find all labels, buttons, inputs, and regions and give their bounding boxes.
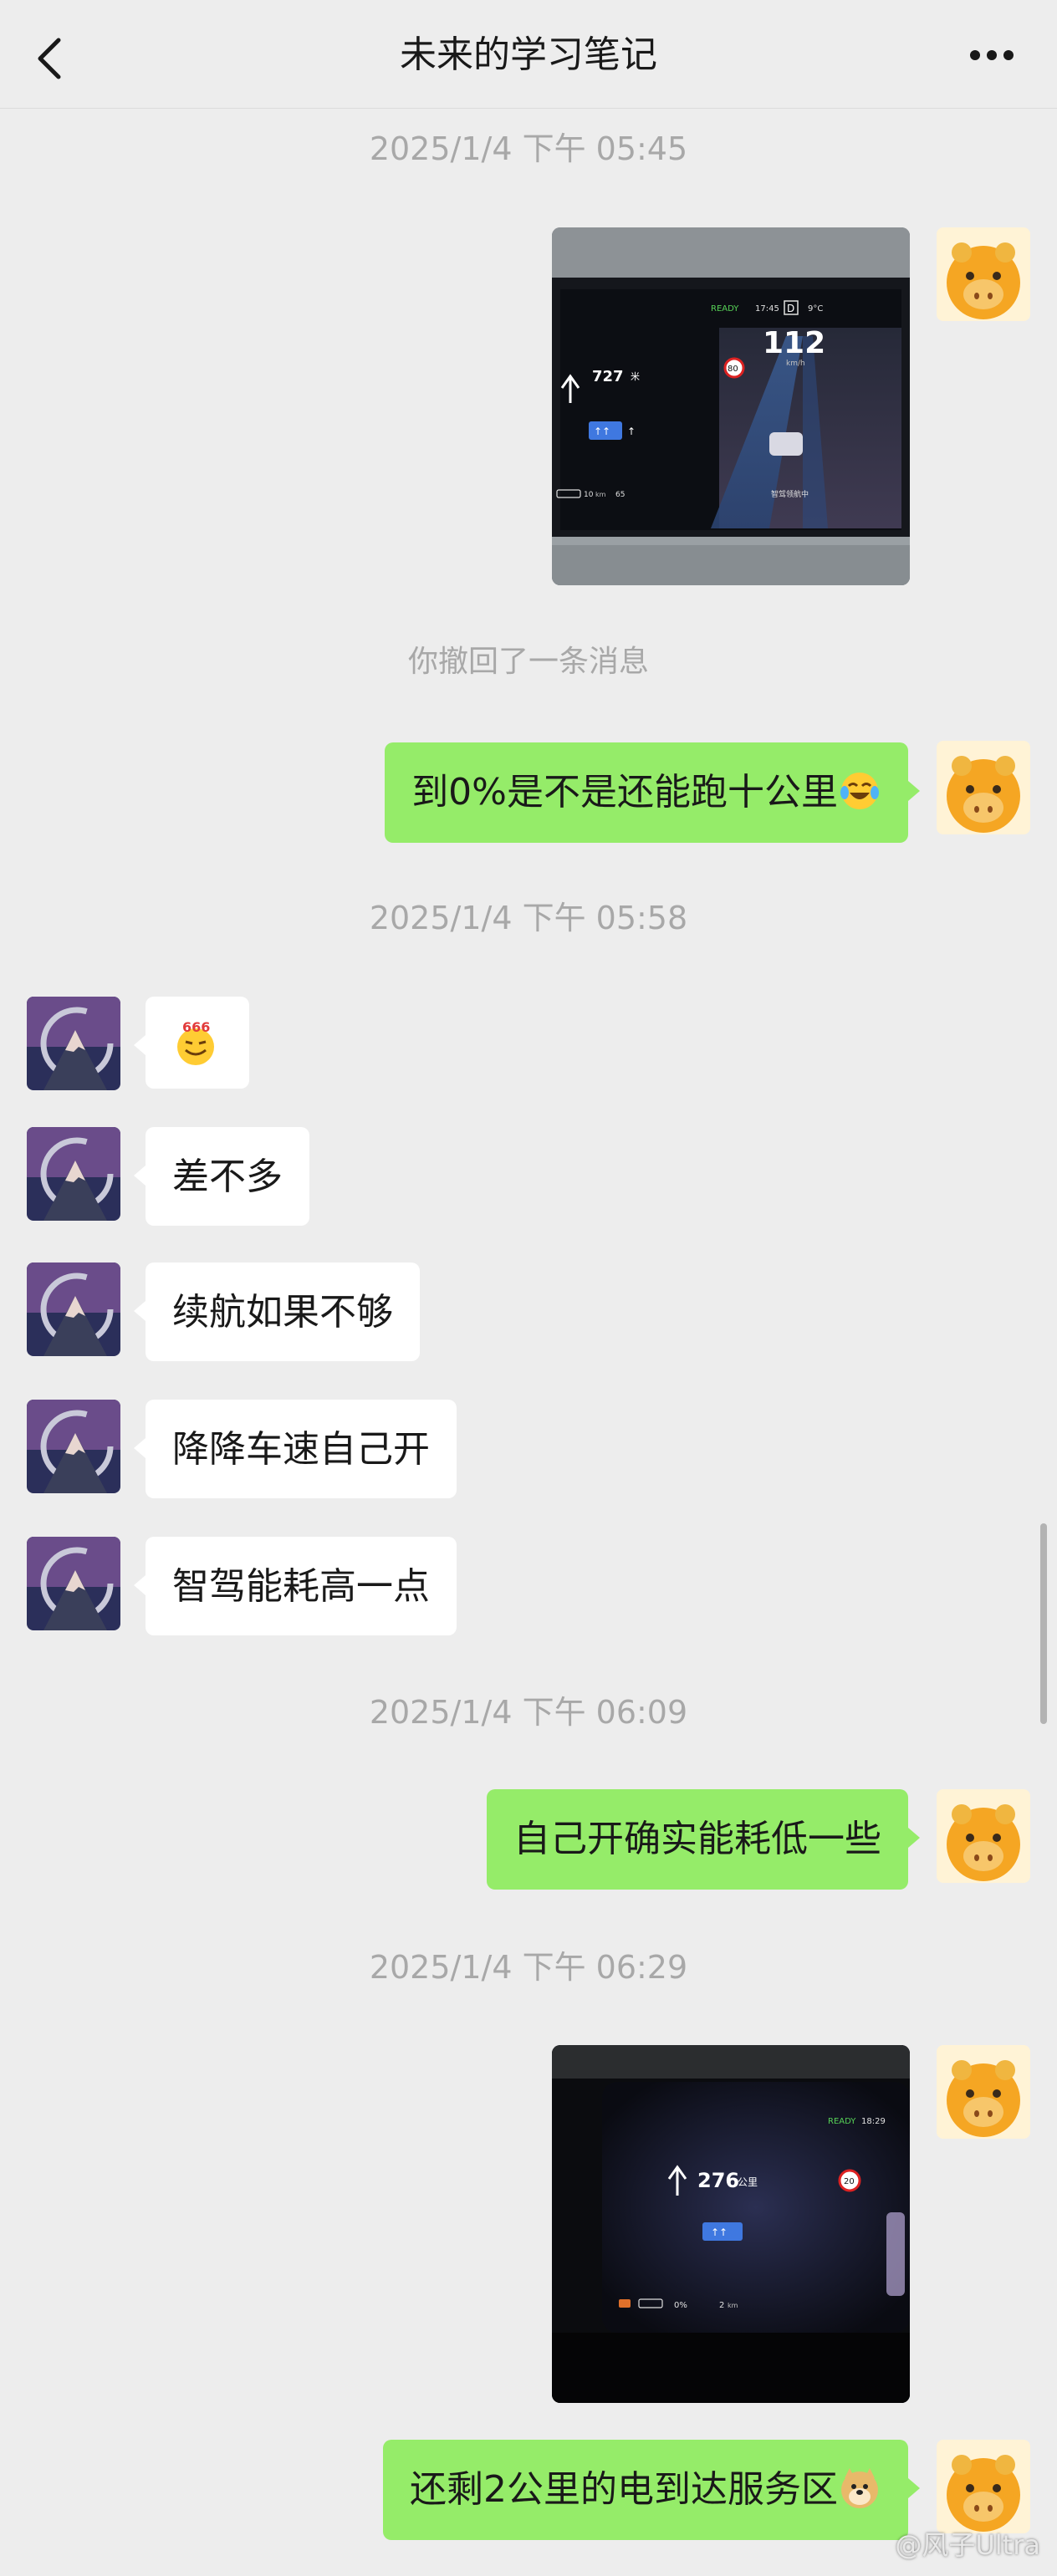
dashboard-photo: READY 18:29 276 公里 20 ↑↑ 0% 2 km [552, 2045, 910, 2403]
timestamp: 2025/1/4 下午 05:58 [369, 900, 688, 936]
contact-message-bubble[interactable]: 666 [134, 997, 249, 1089]
message-text: 还剩2公里的电到达服务区 [410, 2468, 838, 2511]
nav-bar: 未来的学习笔记 [0, 0, 1057, 109]
chat-title: 未来的学习笔记 [400, 33, 657, 76]
dash-distance-unit: 米 [631, 371, 640, 382]
contact-avatar[interactable] [27, 1262, 120, 1356]
mountain-avatar-icon [27, 1400, 120, 1493]
dash-ready: READY [828, 2117, 856, 2126]
mountain-avatar-icon [27, 1537, 120, 1630]
contact-message-bubble[interactable]: 智驾能耗高一点 [134, 1537, 457, 1635]
contact-message-bubble[interactable]: 续航如果不够 [134, 1262, 420, 1361]
dash-speed: 112 [763, 326, 825, 360]
contact-avatar[interactable] [27, 997, 120, 1090]
contact-avatar[interactable] [27, 1400, 120, 1493]
my-message-bubble[interactable]: 到0%是不是还能跑十公里 [385, 742, 920, 843]
dash-battery: 0% [674, 2301, 687, 2310]
message-text: 到0%是不是还能跑十公里 [411, 771, 838, 814]
message-text: 降降车速自己开 [172, 1428, 430, 1471]
orange-cartoon-avatar-icon [937, 227, 1030, 321]
image-message-dashboard[interactable]: READY 18:29 276 公里 20 ↑↑ 0% 2 km [552, 2045, 910, 2403]
svg-text:↑: ↑ [627, 426, 636, 437]
my-avatar[interactable] [937, 2440, 1030, 2533]
contact-avatar[interactable] [27, 1127, 120, 1221]
contact-message-bubble[interactable]: 降降车速自己开 [134, 1400, 457, 1498]
my-message-bubble[interactable]: 还剩2公里的电到达服务区 [383, 2440, 920, 2540]
timestamp: 2025/1/4 下午 05:45 [369, 130, 688, 167]
orange-cartoon-avatar-icon [937, 1789, 1030, 1883]
orange-cartoon-avatar-icon [937, 741, 1030, 834]
dashboard-photo: READY 17:45 D 9°C 112 km/h 80 727 米 ↑↑ ↑… [552, 227, 910, 585]
dash-clock: 17:45 [755, 304, 779, 314]
tears-of-joy-emoji-icon [840, 773, 879, 809]
my-avatar[interactable] [937, 2045, 1030, 2139]
orange-cartoon-avatar-icon [937, 2045, 1030, 2139]
watermark: @风子Ultra [895, 2529, 1040, 2561]
doge-emoji-icon [841, 2468, 878, 2508]
image-message-dashboard[interactable]: READY 17:45 D 9°C 112 km/h 80 727 米 ↑↑ ↑… [552, 227, 910, 585]
mountain-avatar-icon [27, 1262, 120, 1356]
my-avatar[interactable] [937, 741, 1030, 834]
dash-gear: D [787, 303, 794, 314]
dash-range: 10 [584, 491, 594, 499]
dash-range-unit: km [595, 491, 606, 498]
svg-text:↑↑: ↑↑ [594, 426, 610, 437]
dash-distance-unit: 公里 [738, 2176, 758, 2188]
dash-distance: 727 [592, 368, 624, 385]
timestamp: 2025/1/4 下午 06:29 [369, 1949, 688, 1986]
recall-notice: 你撤回了一条消息 [407, 645, 649, 679]
sticker-text: 666 [182, 1019, 210, 1035]
more-dots-icon[interactable] [968, 48, 1015, 62]
my-avatar[interactable] [937, 227, 1030, 321]
dash-range: 2 [719, 2301, 724, 2310]
dash-ready: READY [711, 304, 739, 314]
contact-message-bubble[interactable]: 差不多 [134, 1127, 309, 1226]
dash-mode: 智驾领航中 [771, 489, 809, 499]
mountain-avatar-icon [27, 997, 120, 1090]
dash-limit: 80 [728, 365, 738, 374]
contact-avatar[interactable] [27, 1537, 120, 1630]
my-avatar[interactable] [937, 1789, 1030, 1883]
svg-text:↑↑: ↑↑ [711, 2227, 728, 2238]
dash-limit: 20 [844, 2177, 855, 2186]
dash-temp: 9°C [808, 304, 823, 314]
dash-consumption: 65 [615, 491, 625, 499]
my-message-bubble[interactable]: 自己开确实能耗低一些 [487, 1789, 920, 1890]
dash-distance: 276 [697, 2169, 739, 2192]
dash-speed-unit: km/h [786, 360, 805, 368]
orange-cartoon-avatar-icon [937, 2440, 1030, 2533]
666-emoji-icon: 666 [177, 1019, 214, 1065]
dash-clock: 18:29 [861, 2117, 886, 2126]
message-text: 差不多 [172, 1155, 283, 1198]
timestamp: 2025/1/4 下午 06:09 [369, 1694, 688, 1731]
message-text: 自己开确实能耗低一些 [513, 1818, 881, 1860]
mountain-avatar-icon [27, 1127, 120, 1221]
message-text: 续航如果不够 [172, 1291, 393, 1334]
dash-range-unit: km [728, 2302, 738, 2309]
message-text: 智驾能耗高一点 [172, 1565, 430, 1608]
